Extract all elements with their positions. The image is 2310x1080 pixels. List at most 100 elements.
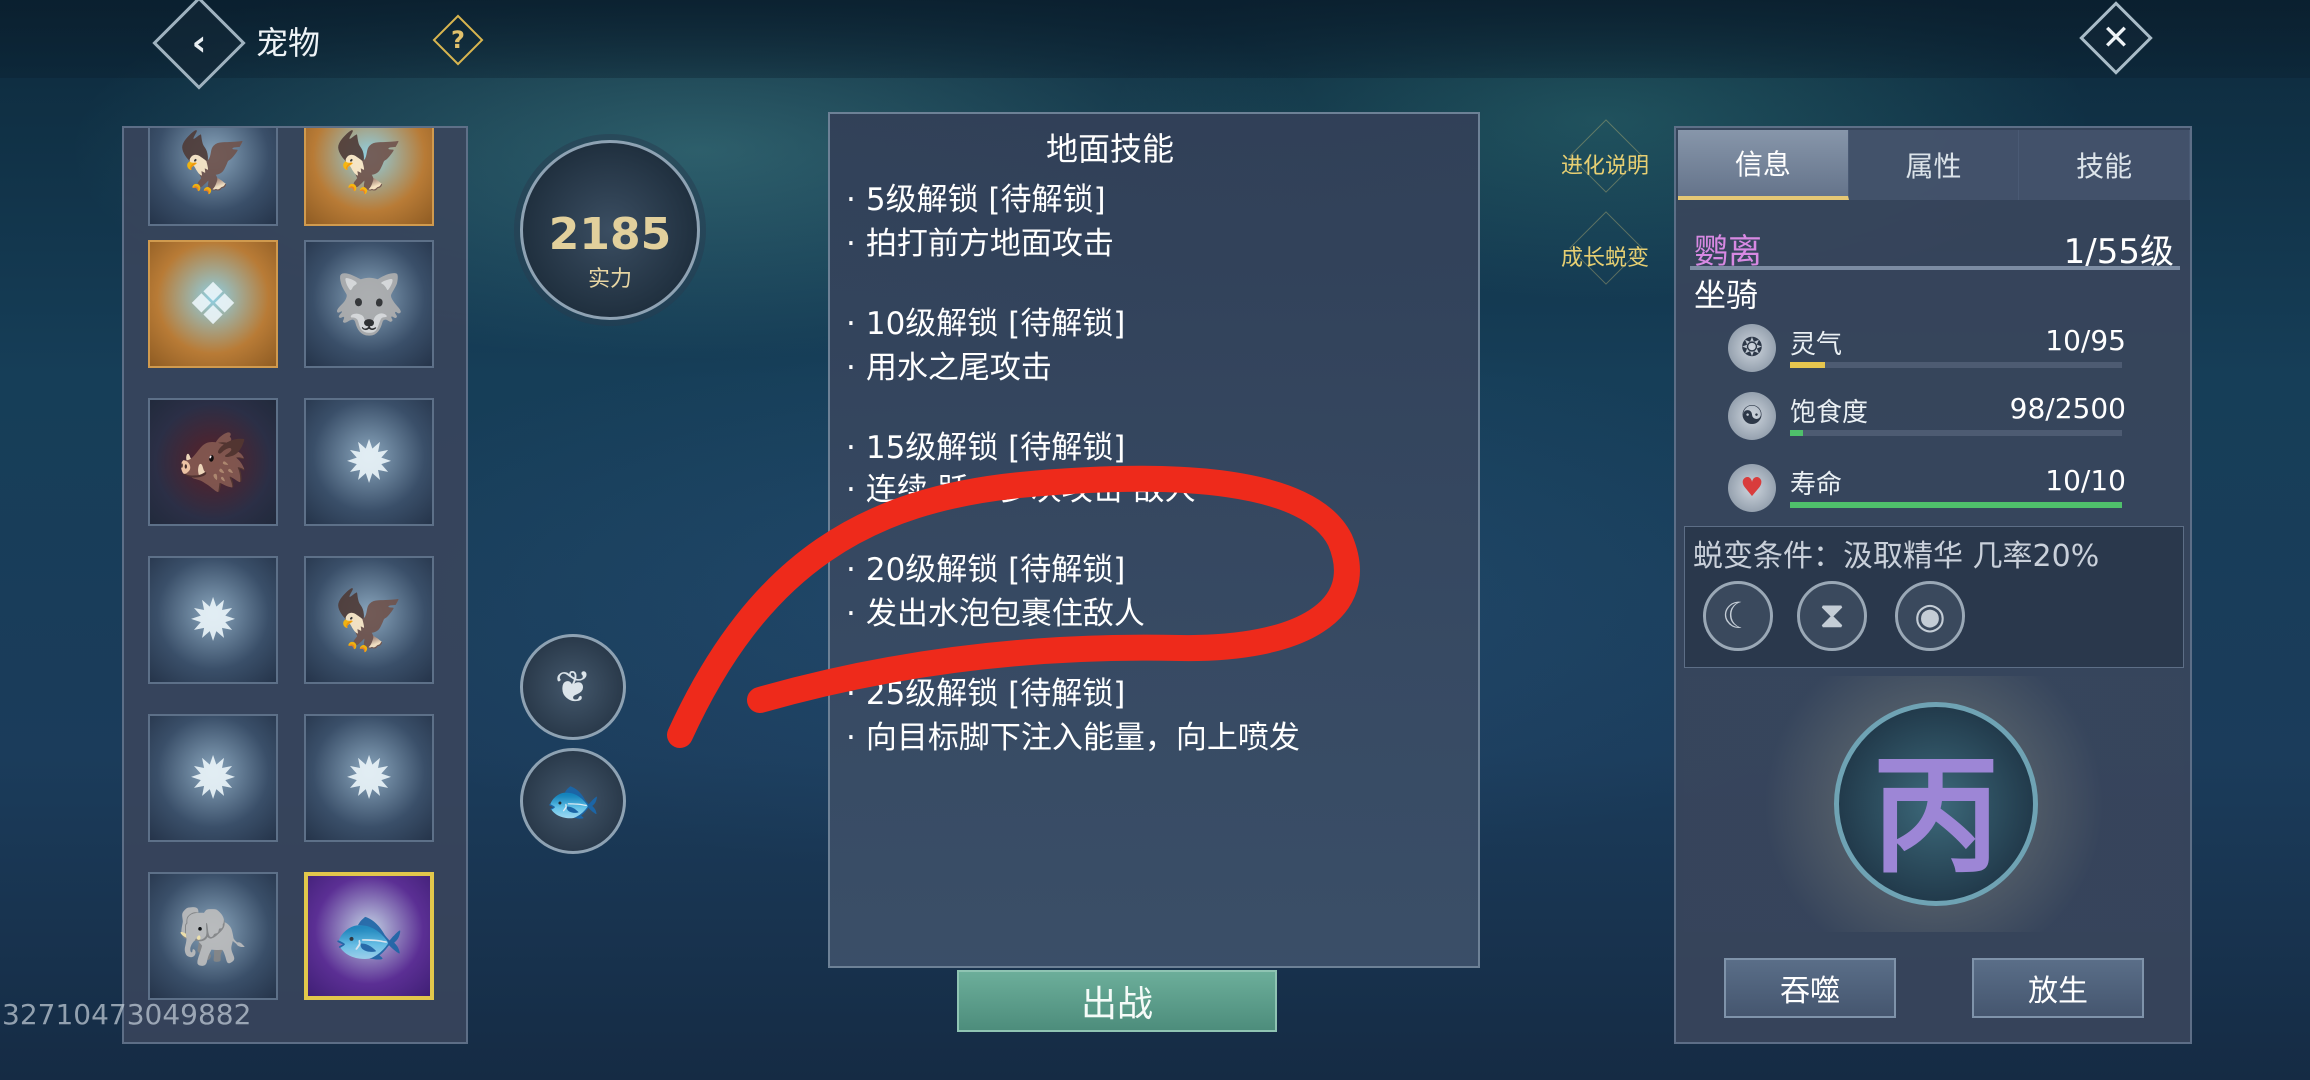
- pet-portrait-icon: ✹: [188, 586, 238, 654]
- pet-portrait-icon: 🐗: [176, 427, 250, 496]
- skill-desc-line: · 用水之尾攻击: [846, 342, 1052, 387]
- skill-unlock-line: · 25级解锁 [待解锁]: [846, 668, 1125, 713]
- pet-info-panel: 信息 属性 技能 鹦离 1/55级 坐骑 ❂ 灵气 10/95 ☯ 饱食度 98…: [1674, 126, 2192, 1044]
- pet-portrait-icon: 🦅: [176, 127, 250, 196]
- deploy-button[interactable]: 出战: [957, 970, 1277, 1032]
- skill-text: 拍打前方地面攻击: [865, 226, 1114, 262]
- pet-slot[interactable]: ❖: [148, 240, 278, 368]
- lifespan-bar: [1790, 502, 2122, 508]
- skill-text: 向目标脚下注入能量，向上喷发: [865, 720, 1300, 756]
- skill-unlock-line: · 5级解锁 [待解锁]: [846, 174, 1106, 219]
- bullet: ·: [846, 596, 856, 632]
- evolution-info-link[interactable]: 进化说明: [1550, 148, 1660, 180]
- bird-icon: ❦: [554, 661, 592, 713]
- stat-label: 寿命: [1790, 470, 1843, 500]
- user-id-label: 32710473049882: [2, 998, 252, 1031]
- evolution-condition-box: 蜕变条件：汲取精华 几率20% ☾ ⧗ ◉: [1684, 526, 2184, 668]
- power-label: 实力: [587, 267, 632, 292]
- evolution-condition-text: 蜕变条件：汲取精华 几率20%: [1693, 539, 2100, 574]
- power-value: 2185: [548, 209, 672, 260]
- pet-portrait-icon: ✹: [344, 428, 394, 496]
- bullet: ·: [846, 472, 856, 508]
- back-arrow-icon: ‹: [191, 22, 207, 64]
- fish-icon: 🐟: [545, 776, 601, 827]
- pet-portrait-icon: 🦅: [332, 127, 406, 196]
- heart-icon: ♥: [1728, 464, 1776, 512]
- spirit-bar-fill: [1790, 362, 1825, 368]
- skill-tooltip-panel: 地面技能 · 5级解锁 [待解锁] · 拍打前方地面攻击 · 10级解锁 [待解锁] …: [828, 112, 1480, 968]
- skill-desc-line: · 拍打前方地面攻击: [846, 218, 1114, 263]
- stat-value: 98/2500: [2009, 392, 2126, 425]
- pet-list-panel[interactable]: 🦅 🦅 ❖ 🐺 🐗 ✹ ✹ 🦅 ✹ ✹ 🐘 🐟: [122, 126, 468, 1044]
- page-title: 宠物: [256, 24, 321, 62]
- hunger-icon: ☯: [1728, 392, 1776, 440]
- bullet: ·: [846, 226, 856, 262]
- grade-emblem-area: 丙: [1684, 676, 2184, 932]
- pet-slot[interactable]: ✹: [148, 556, 278, 684]
- pet-slot[interactable]: 🦅: [304, 127, 434, 226]
- skill-text: 10级解锁 [待解锁]: [865, 306, 1126, 342]
- tab-info[interactable]: 信息: [1678, 130, 1849, 200]
- stat-value: 10/95: [2045, 324, 2126, 357]
- eye-icon[interactable]: ◉: [1895, 581, 1965, 651]
- hunger-bar-fill: [1790, 430, 1803, 436]
- stat-value: 10/10: [2045, 464, 2126, 497]
- pet-portrait-icon: ✹: [188, 744, 238, 812]
- skill-text: 20级解锁 [待解锁]: [865, 552, 1126, 588]
- bullet: ·: [846, 306, 856, 342]
- skill-text: 5级解锁 [待解锁]: [865, 182, 1106, 218]
- bullet: ·: [846, 552, 856, 588]
- water-skill-button[interactable]: 🐟: [520, 748, 626, 854]
- grade-glyph: 丙: [1871, 741, 2000, 891]
- pet-type: 坐骑: [1694, 276, 1759, 314]
- hunger-bar: [1790, 430, 2122, 436]
- skill-desc-line: · 向目标脚下注入能量，向上喷发: [846, 712, 1300, 757]
- pet-slot[interactable]: 🦅: [148, 127, 278, 226]
- stat-label: 灵气: [1790, 330, 1843, 360]
- pet-slot[interactable]: 🐗: [148, 398, 278, 526]
- pet-slot-selected[interactable]: 🐟: [304, 872, 434, 1000]
- lifespan-bar-fill: [1790, 502, 2122, 508]
- stat-label: 饱食度: [1790, 398, 1869, 428]
- devour-button[interactable]: 吞噬: [1724, 958, 1896, 1018]
- top-bar: [0, 0, 2310, 78]
- pet-slot[interactable]: 🐺: [304, 240, 434, 368]
- release-button[interactable]: 放生: [1972, 958, 2144, 1018]
- bullet: ·: [846, 720, 856, 756]
- skill-unlock-line: · 20级解锁 [待解锁]: [846, 544, 1125, 589]
- growth-link[interactable]: 成长蜕变: [1550, 240, 1660, 272]
- ground-skill-button[interactable]: ❦: [520, 634, 626, 740]
- skill-text: 用水之尾攻击: [865, 350, 1052, 386]
- help-icon: ?: [451, 26, 465, 54]
- bullet: ·: [846, 350, 856, 386]
- power-badge: 2185 实力: [520, 140, 700, 320]
- bullet: ·: [846, 430, 856, 466]
- moon-icon[interactable]: ☾: [1703, 581, 1773, 651]
- pet-slot[interactable]: ✹: [304, 714, 434, 842]
- grade-emblem: 丙: [1834, 702, 2038, 906]
- pet-portrait-icon: 🐺: [332, 269, 406, 338]
- skill-text: 15级解锁 [待解锁]: [865, 430, 1126, 466]
- skill-desc-line: · 连续 跃，多次攻击 敌人: [846, 464, 1196, 509]
- tab-attributes[interactable]: 属性: [1848, 130, 2020, 200]
- name-divider: [1690, 266, 2180, 270]
- skill-unlock-line: · 10级解锁 [待解锁]: [846, 298, 1125, 343]
- spirit-icon: ❂: [1728, 324, 1776, 372]
- hourglass-icon[interactable]: ⧗: [1797, 581, 1867, 651]
- pet-portrait-icon: ❖: [187, 270, 239, 338]
- info-tabs: 信息 属性 技能: [1678, 130, 2191, 200]
- pet-portrait-icon: 🦅: [332, 585, 406, 654]
- spirit-bar: [1790, 362, 2122, 368]
- skill-panel-title: 地面技能: [1045, 130, 1174, 168]
- skill-unlock-line: · 15级解锁 [待解锁]: [846, 422, 1125, 467]
- pet-slot[interactable]: ✹: [304, 398, 434, 526]
- pet-slot[interactable]: 🐘: [148, 872, 278, 1000]
- bullet: ·: [846, 182, 856, 218]
- tab-skills[interactable]: 技能: [2019, 130, 2191, 200]
- pet-slot[interactable]: ✹: [148, 714, 278, 842]
- pet-portrait-icon: 🐟: [332, 901, 406, 970]
- skill-desc-line: · 发出水泡包裹住敌人: [846, 588, 1145, 633]
- bullet: ·: [846, 676, 856, 712]
- close-icon: ✕: [2101, 18, 2131, 58]
- pet-slot[interactable]: 🦅: [304, 556, 434, 684]
